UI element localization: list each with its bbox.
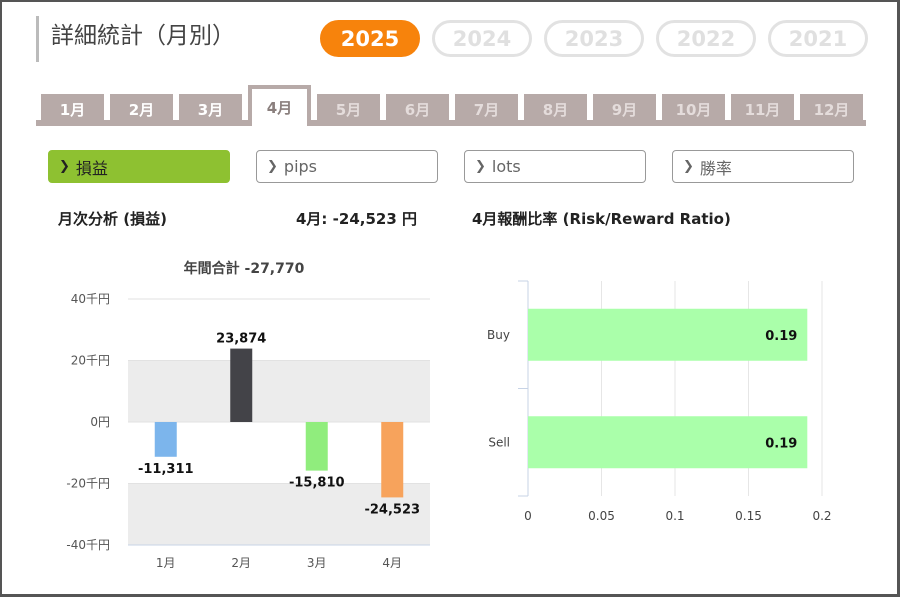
y-tick-label: Sell [488,435,510,449]
y-tick-label: Buy [487,328,510,342]
data-label: 0.19 [765,436,797,451]
x-tick-label: 0.2 [812,509,831,523]
tab-month-4[interactable]: 4月 [248,85,311,126]
x-tick-label: 0.05 [588,509,615,523]
x-tick-label: 0 [524,509,532,523]
x-tick-label: 0.1 [665,509,684,523]
data-label: 0.19 [765,329,797,344]
x-tick-label: 0.15 [735,509,762,523]
risk-reward-chart: 0 0.05 0.1 0.15 0.2 0.19 Buy 0.19 Sell [487,280,832,523]
